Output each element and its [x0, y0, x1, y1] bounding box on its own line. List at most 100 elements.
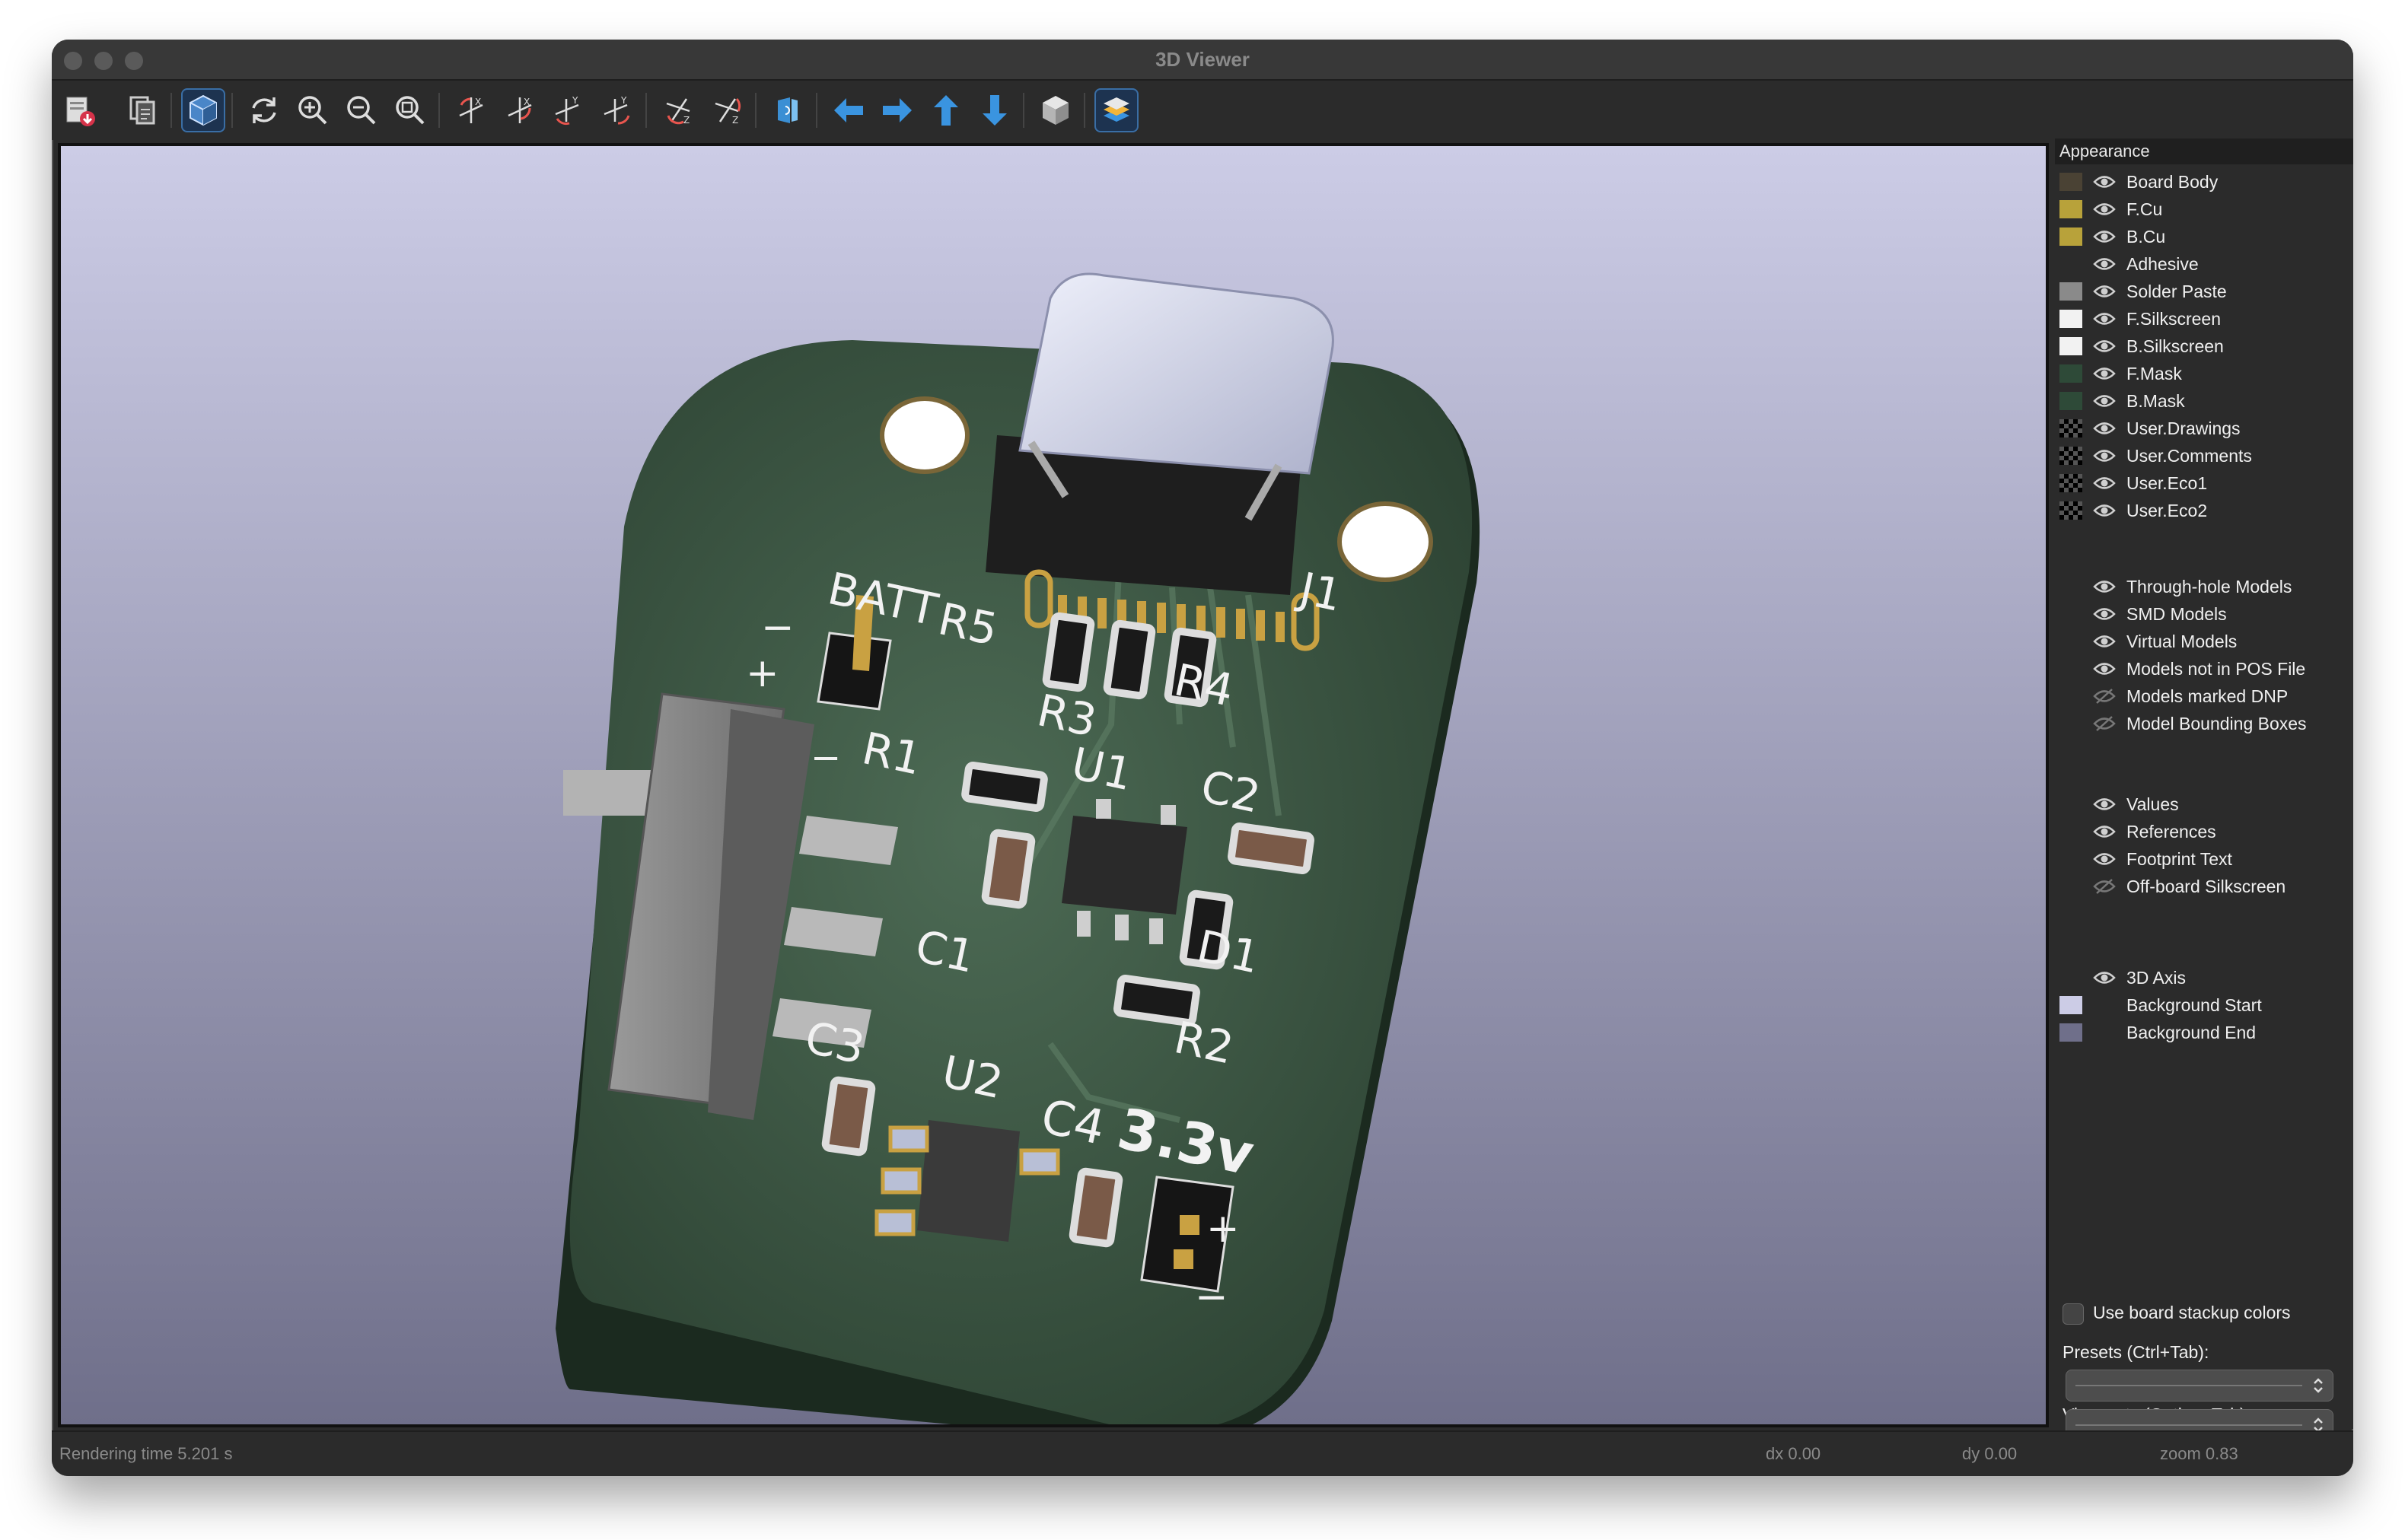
- layer-row-virtual-models[interactable]: Virtual Models: [2059, 628, 2349, 654]
- layer-row-background-start[interactable]: Background Start: [2059, 992, 2349, 1018]
- zoom-out-button[interactable]: [339, 88, 384, 132]
- layers-icon: [1104, 97, 1129, 122]
- eye-icon[interactable]: [2093, 823, 2116, 840]
- color-swatch[interactable]: [2059, 474, 2082, 492]
- color-swatch[interactable]: [2059, 173, 2082, 191]
- eye-icon[interactable]: [2093, 606, 2116, 622]
- zoom-in-button[interactable]: [291, 88, 335, 132]
- move-down-button[interactable]: [973, 88, 1017, 132]
- rendering-time: Rendering time 5.201 s: [59, 1444, 233, 1463]
- color-swatch[interactable]: [2059, 200, 2082, 218]
- layer-row-models-not-in-pos-file[interactable]: Models not in POS File: [2059, 656, 2349, 682]
- eye-icon[interactable]: [2093, 173, 2116, 190]
- layer-row-footprint-text[interactable]: Footprint Text: [2059, 846, 2349, 872]
- eye-icon[interactable]: [2093, 633, 2116, 650]
- reload-button[interactable]: [242, 88, 286, 132]
- color-swatch[interactable]: [2059, 337, 2082, 355]
- layer-row-b-silkscreen[interactable]: B.Silkscreen: [2059, 333, 2349, 359]
- color-swatch[interactable]: [2059, 228, 2082, 246]
- eye-hidden-icon[interactable]: [2093, 715, 2116, 732]
- eye-icon[interactable]: [2093, 420, 2116, 437]
- rotate-z-ccw-icon: Z: [715, 97, 741, 126]
- layer-row-f-mask[interactable]: F.Mask: [2059, 361, 2349, 387]
- eye-icon[interactable]: [2093, 851, 2116, 867]
- layer-row-values[interactable]: Values: [2059, 791, 2349, 817]
- rotate-x-ccw-button[interactable]: X: [498, 88, 542, 132]
- move-left-button[interactable]: [827, 88, 871, 132]
- layer-row-user-eco2[interactable]: User.Eco2: [2059, 498, 2349, 523]
- flip-board-button[interactable]: [766, 88, 810, 132]
- use-stackup-colors-checkbox[interactable]: [2063, 1303, 2084, 1325]
- copy-clipboard-button[interactable]: [120, 88, 164, 132]
- rotate-z-ccw-button[interactable]: Z: [705, 88, 749, 132]
- zoom-out-icon: [347, 96, 376, 125]
- layer-row-model-bounding-boxes[interactable]: Model Bounding Boxes: [2059, 711, 2349, 737]
- eye-icon[interactable]: [2093, 796, 2116, 813]
- eye-icon[interactable]: [2093, 256, 2116, 272]
- eye-icon[interactable]: [2093, 969, 2116, 986]
- layer-row-b-cu[interactable]: B.Cu: [2059, 224, 2349, 250]
- layer-row-board-body[interactable]: Board Body: [2059, 169, 2349, 195]
- rotate-z-cw-button[interactable]: Z: [656, 88, 700, 132]
- eye-icon[interactable]: [2093, 447, 2116, 464]
- layer-row-references[interactable]: References: [2059, 819, 2349, 845]
- eye-icon[interactable]: [2093, 283, 2116, 300]
- layer-label: Off-board Silkscreen: [2126, 877, 2286, 896]
- layer-row-background-end[interactable]: Background End: [2059, 1020, 2349, 1045]
- eye-icon[interactable]: [2093, 475, 2116, 492]
- rotate-y-ccw-button[interactable]: Y: [595, 88, 639, 132]
- color-swatch[interactable]: [2059, 996, 2082, 1014]
- cube-toggle-icon: [190, 94, 217, 126]
- move-right-button[interactable]: [875, 88, 919, 132]
- eye-icon[interactable]: [2093, 310, 2116, 327]
- status-bar: Rendering time 5.201 s dx 0.00 dy 0.00 z…: [52, 1430, 2353, 1476]
- layer-row-user-eco1[interactable]: User.Eco1: [2059, 470, 2349, 496]
- toggle-raytracing-button[interactable]: [181, 88, 225, 132]
- eye-icon[interactable]: [2093, 393, 2116, 409]
- layer-row-adhesive[interactable]: Adhesive: [2059, 251, 2349, 277]
- color-swatch[interactable]: [2059, 282, 2082, 301]
- color-swatch[interactable]: [2059, 364, 2082, 383]
- layer-row-3d-axis[interactable]: 3D Axis: [2059, 965, 2349, 991]
- eye-icon[interactable]: [2093, 228, 2116, 245]
- export-image-button[interactable]: [58, 88, 102, 132]
- presets-select[interactable]: [2066, 1370, 2333, 1402]
- layer-row-off-board-silkscreen[interactable]: Off-board Silkscreen: [2059, 873, 2349, 899]
- color-swatch[interactable]: [2059, 501, 2082, 520]
- color-swatch[interactable]: [2059, 447, 2082, 465]
- layer-label: SMD Models: [2126, 604, 2227, 624]
- move-up-button[interactable]: [924, 88, 968, 132]
- layers-manager-button[interactable]: [1094, 88, 1139, 132]
- color-swatch[interactable]: [2059, 310, 2082, 328]
- layer-row-user-comments[interactable]: User.Comments: [2059, 443, 2349, 469]
- rotate-x-cw-button[interactable]: X: [449, 88, 493, 132]
- color-swatch[interactable]: [2059, 392, 2082, 410]
- eye-icon[interactable]: [2093, 338, 2116, 355]
- eye-icon[interactable]: [2093, 201, 2116, 218]
- eye-icon[interactable]: [2093, 660, 2116, 677]
- layer-row-models-marked-dnp[interactable]: Models marked DNP: [2059, 683, 2349, 709]
- eye-icon[interactable]: [2093, 578, 2116, 595]
- eye-hidden-icon[interactable]: [2093, 688, 2116, 705]
- layer-row-user-drawings[interactable]: User.Drawings: [2059, 415, 2349, 441]
- eye-icon[interactable]: [2093, 365, 2116, 382]
- layer-row-through-hole-models[interactable]: Through-hole Models: [2059, 574, 2349, 600]
- layer-row-f-silkscreen[interactable]: F.Silkscreen: [2059, 306, 2349, 332]
- layer-label: Background End: [2126, 1023, 2257, 1042]
- arrow-down-icon: [983, 95, 1007, 126]
- eye-icon[interactable]: [2093, 502, 2116, 519]
- 3d-viewport[interactable]: BATT R5 R4 R3 R1 U1 C2 C1 D1 R2 C3 U2 C4…: [58, 143, 2049, 1443]
- layer-row-b-mask[interactable]: B.Mask: [2059, 388, 2349, 414]
- layer-row-smd-models[interactable]: SMD Models: [2059, 601, 2349, 627]
- orthographic-button[interactable]: [1034, 88, 1078, 132]
- eye-hidden-icon[interactable]: [2093, 878, 2116, 895]
- color-swatch[interactable]: [2059, 1023, 2082, 1042]
- zoom-fit-button[interactable]: [388, 88, 432, 132]
- chevron-updown-icon: [2314, 1378, 2323, 1393]
- layer-row-solder-paste[interactable]: Solder Paste: [2059, 278, 2349, 304]
- layer-row-f-cu[interactable]: F.Cu: [2059, 196, 2349, 222]
- rotate-y-cw-button[interactable]: Y: [546, 88, 591, 132]
- arrow-up-icon: [934, 95, 958, 126]
- layer-label: Solder Paste: [2126, 282, 2227, 301]
- color-swatch[interactable]: [2059, 419, 2082, 438]
